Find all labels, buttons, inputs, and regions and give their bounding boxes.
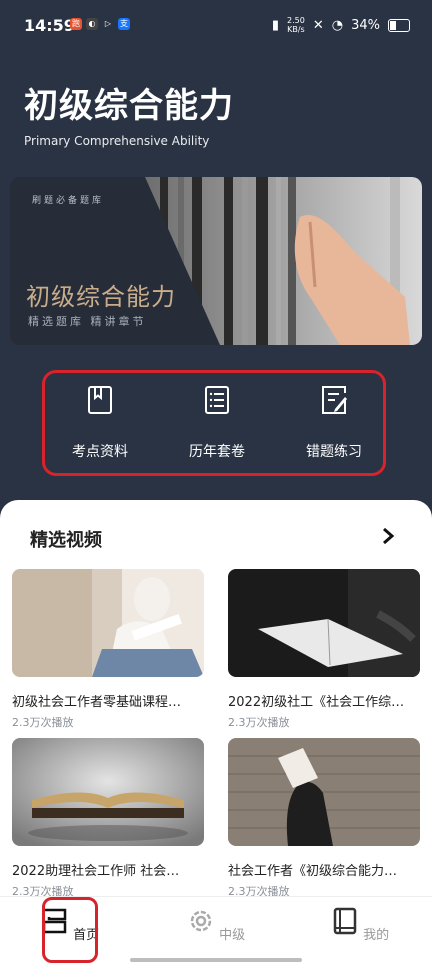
gear-icon — [190, 910, 212, 932]
book-icon — [333, 907, 357, 935]
banner-title: 初级综合能力 — [26, 283, 176, 311]
feature-key-points[interactable]: 考点资料 — [45, 373, 155, 473]
page-title: 初级综合能力 — [24, 86, 234, 126]
video-thumbnail — [228, 569, 420, 677]
tab-intermediate[interactable]: 中级 — [176, 907, 256, 943]
play-notification-icon: ▷ — [104, 19, 112, 28]
video-thumbnail — [228, 738, 420, 846]
bookmark-book-icon — [88, 386, 112, 414]
status-time: 14:59 — [24, 16, 75, 35]
video-card[interactable]: 初级社会工作者零基础课程… 2.3万次播放 — [12, 569, 204, 730]
bottom-tab-bar: 首页 中级 我的 — [0, 896, 432, 965]
feature-shortcuts: 考点资料 历年套卷 错题练习 — [42, 370, 386, 476]
home-highlight — [42, 897, 98, 963]
notification-icons: 跑 ◐ ▷ 支 — [70, 18, 130, 30]
page-subtitle: Primary Comprehensive Ability — [24, 134, 210, 148]
alipay-notification-icon: 支 — [118, 18, 130, 30]
wifi-icon: ◔ — [331, 17, 344, 33]
tab-mine[interactable]: 我的 — [320, 907, 400, 943]
feature-wrong-questions[interactable]: 错题练习 — [279, 373, 389, 473]
feature-label: 历年套卷 — [189, 444, 245, 460]
hero-banner[interactable]: 刷题必备题库 初级综合能力 精选题库 精讲章节 — [10, 177, 422, 345]
sim-icon: ✕ — [312, 17, 324, 33]
video-plays: 2.3万次播放 — [12, 716, 74, 729]
video-title: 2022初级社工《社会工作综… — [228, 695, 405, 710]
chevron-right-icon[interactable] — [380, 526, 396, 546]
feature-past-papers[interactable]: 历年套卷 — [162, 373, 272, 473]
tab-label: 中级 — [219, 928, 246, 943]
app-notification-icon: 跑 — [70, 18, 82, 30]
video-title: 2022助理社会工作师 社会… — [12, 864, 180, 879]
section-title: 精选视频 — [30, 530, 102, 551]
feature-label: 错题练习 — [306, 444, 362, 460]
video-panel: 精选视频 初级社会工作者零基础课程… 2.3万次播放 2022初级社工《社会工作… — [0, 500, 432, 964]
gesture-bar[interactable] — [130, 958, 302, 962]
banner-subtitle: 精选题库 精讲章节 — [28, 315, 147, 328]
battery-icon — [388, 18, 410, 32]
battery-percent: 34% — [351, 17, 380, 33]
banner-tag: 刷题必备题库 — [32, 196, 105, 206]
video-thumbnail — [12, 738, 204, 846]
list-document-icon — [205, 386, 229, 414]
status-bar: 14:59 跑 ◐ ▷ 支 ▮ 2.50 KB/s ✕ ◔ 34% — [0, 0, 432, 52]
edit-document-icon — [322, 386, 347, 414]
vibrate-icon: ▮ — [271, 17, 280, 33]
app-notification-icon: ◐ — [86, 18, 98, 30]
video-title: 初级社会工作者零基础课程… — [12, 695, 182, 710]
video-title: 社会工作者《初级综合能力… — [228, 864, 398, 879]
tab-label: 我的 — [363, 928, 390, 943]
video-card[interactable]: 2022助理社会工作师 社会… 2.3万次播放 — [12, 738, 204, 899]
feature-label: 考点资料 — [72, 444, 128, 460]
video-card[interactable]: 社会工作者《初级综合能力… 2.3万次播放 — [228, 738, 420, 899]
video-card[interactable]: 2022初级社工《社会工作综… 2.3万次播放 — [228, 569, 420, 730]
video-thumbnail — [12, 569, 204, 677]
net-speed: 2.50 KB/s — [287, 16, 305, 34]
video-plays: 2.3万次播放 — [228, 716, 290, 729]
